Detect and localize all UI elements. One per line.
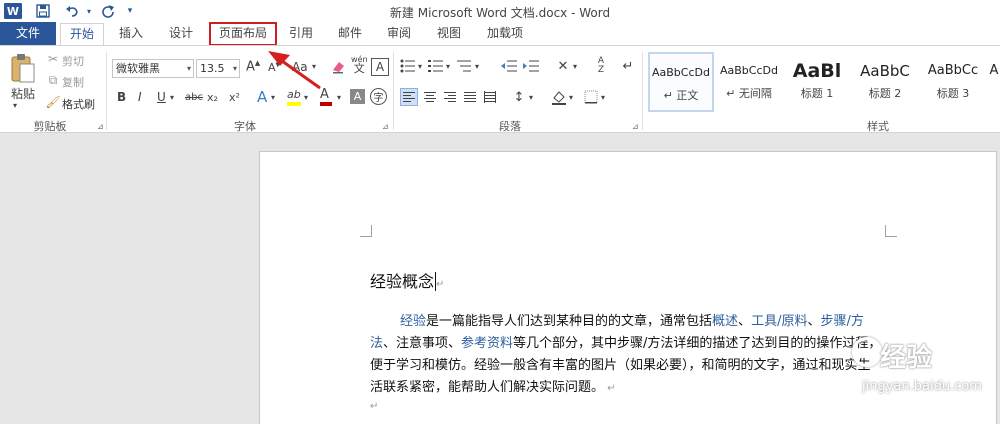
crop-mark-top-right bbox=[885, 225, 897, 237]
paw-logo-icon bbox=[852, 337, 882, 367]
keyword-link[interactable]: 参考资料 bbox=[461, 336, 513, 351]
document-heading[interactable]: 经验概念 ↵ bbox=[370, 268, 444, 292]
keyword-link[interactable]: 步骤/方 bbox=[820, 314, 863, 329]
keyword-link[interactable]: 法 bbox=[370, 336, 383, 351]
word-window: W ▾ ▾ 新建 Microsoft Word 文档.docx - Word 文… bbox=[0, 0, 1000, 424]
keyword-link[interactable]: 概述 bbox=[712, 314, 738, 329]
paragraph-line: 经验是一篇能指导人们达到某种目的的文章，通常包括概述、工具/原料、步骤/方 bbox=[370, 311, 880, 333]
text-run: 、 bbox=[738, 314, 752, 329]
keyword-link[interactable]: 经验 bbox=[400, 314, 426, 329]
paragraph-line: 便于学习和模仿。经验一般含有丰富的图片（如果必要），和简明的文字，通过和现实生 bbox=[370, 355, 880, 377]
document-paragraph[interactable]: 经验是一篇能指导人们达到某种目的的文章，通常包括概述、工具/原料、步骤/方 法、注… bbox=[370, 311, 882, 400]
text-run: 活联系紧密，能帮助人们解决实际问题。 bbox=[370, 380, 605, 395]
text-run: 、 bbox=[807, 314, 821, 329]
paragraph-mark: ↵ bbox=[370, 401, 379, 412]
text-run: 是一篇能指导人们达到某种目的的文章，通常包括 bbox=[426, 314, 713, 329]
text-run: 等几个部分，其中步骤/方法详细的描述了达到目的的操作过程， bbox=[513, 336, 882, 351]
text-run: 、注意事项、 bbox=[383, 336, 462, 351]
crop-mark-top-left bbox=[360, 225, 372, 237]
paragraph-mark: ↵ bbox=[604, 383, 616, 394]
paragraph-line: 法、注意事项、参考资料等几个部分，其中步骤/方法详细的描述了达到目的的操作过程， bbox=[370, 333, 882, 355]
baidu-jingyan-watermark: 经验 jingyan.baidu.com bbox=[850, 333, 1000, 403]
keyword-link[interactable]: 工具/原料 bbox=[751, 314, 807, 329]
paragraph-line: 活联系紧密，能帮助人们解决实际问题。 ↵ bbox=[370, 377, 880, 400]
text-run: 便于学习和模仿。经验一般含有丰富的图片（如果必要），和简明的文字，通过和现实生 bbox=[370, 358, 871, 373]
